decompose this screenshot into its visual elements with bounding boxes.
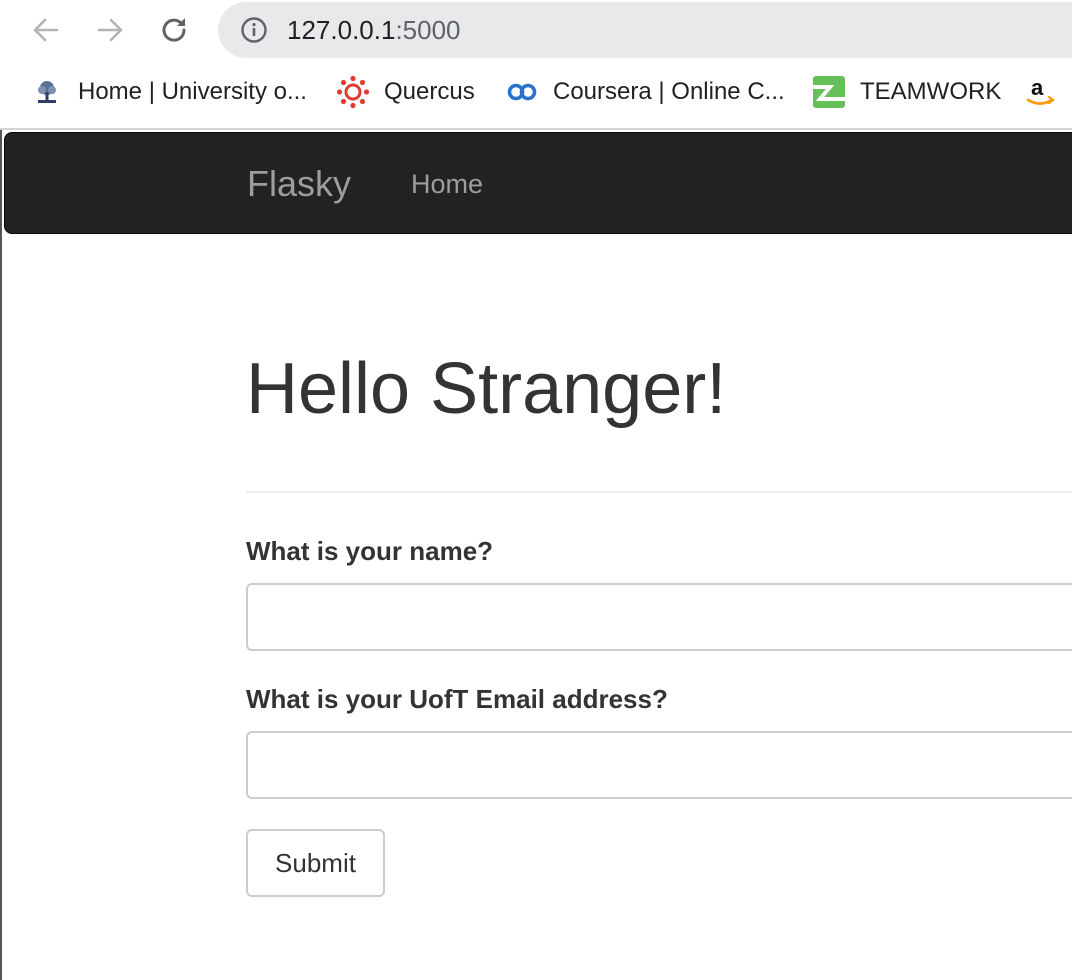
email-input[interactable]: [246, 731, 1072, 799]
bookmark-uoft[interactable]: Home | University o...: [30, 72, 307, 112]
reload-icon: [162, 18, 186, 42]
bookmark-label: Coursera | Online C...: [553, 78, 785, 105]
info-icon[interactable]: [240, 16, 268, 44]
email-label: What is your UofT Email address?: [246, 684, 668, 714]
url-port: :5000: [395, 15, 461, 45]
navbar-brand[interactable]: Flasky: [247, 163, 351, 205]
bookmark-label: TEAMWORK: [860, 78, 1002, 105]
address-bar[interactable]: 127.0.0.1:5000: [218, 2, 1072, 58]
browser-window: 127.0.0.1:5000 Home | University o... Qu…: [0, 0, 1072, 980]
forward-button[interactable]: [90, 10, 130, 50]
quercus-icon: [336, 75, 370, 109]
bookmark-coursera[interactable]: Coursera | Online C...: [505, 72, 785, 112]
page-title: Hello Stranger!: [246, 349, 727, 429]
back-button[interactable]: [26, 10, 66, 50]
arrow-right-icon: [97, 18, 123, 42]
amazon-icon: a: [1024, 75, 1058, 109]
bookmark-amazon[interactable]: a: [1024, 72, 1072, 112]
name-label: What is your name?: [246, 536, 494, 566]
bookmarks-bar: Home | University o... Quercus Coursera …: [0, 60, 1072, 128]
url-text: 127.0.0.1:5000: [287, 15, 461, 46]
arrow-left-icon: [33, 18, 59, 42]
browser-toolbar: 127.0.0.1:5000: [0, 0, 1072, 60]
bookmark-quercus[interactable]: Quercus: [336, 72, 475, 112]
coursera-icon: [505, 75, 539, 109]
uoft-crest-icon: [30, 75, 64, 109]
nav-link-home[interactable]: Home: [411, 169, 483, 200]
svg-text:a: a: [1031, 75, 1044, 100]
bookmark-label: Home | University o...: [78, 78, 307, 105]
submit-button[interactable]: Submit: [246, 829, 385, 897]
page-viewport: Flasky Home Hello Stranger! What is your…: [0, 130, 1072, 980]
bookmark-teamwork[interactable]: TEAMWORK: [812, 72, 1001, 112]
header-divider: [246, 491, 1072, 493]
reload-button[interactable]: [154, 10, 194, 50]
bookmark-label: Quercus: [384, 78, 475, 105]
name-input[interactable]: [246, 583, 1072, 651]
url-host: 127.0.0.1: [287, 15, 396, 45]
navbar: Flasky Home: [4, 132, 1072, 234]
teamwork-icon: [812, 75, 846, 109]
